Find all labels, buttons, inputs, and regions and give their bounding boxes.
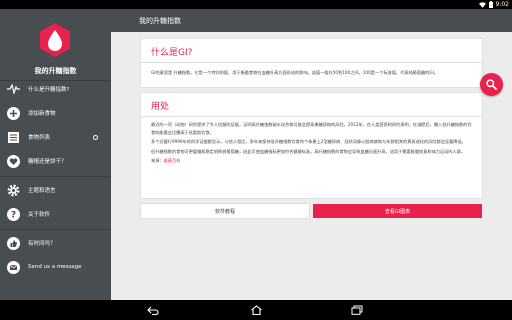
email-icon	[6, 260, 20, 274]
drawer-divider	[0, 229, 111, 230]
app-name: 我的升糖指数	[34, 67, 77, 75]
nav-item-rate[interactable]: 有时间吗？	[0, 231, 111, 255]
card-source: 来源：维基百科	[141, 158, 482, 164]
card-text: GI的意思是 升糖指数。它是一个特别的值，用于衡量食物在血糖升高方面形成的影响。…	[151, 70, 439, 75]
nav-item-label: 关于软件	[28, 212, 51, 218]
thumbs-up-icon	[6, 236, 20, 250]
recent-apps-icon[interactable]	[350, 304, 364, 316]
nav-item-label: Send us a message	[28, 264, 82, 270]
source-label: 来源：	[151, 158, 164, 163]
app-logo-icon	[40, 23, 70, 57]
system-navigation-bar	[0, 300, 512, 320]
nav-item-label: 添加新食物	[28, 111, 56, 117]
home-icon[interactable]	[249, 304, 263, 316]
card-uses: 用处 最近的一项（动物）研究提供了令人信服的证据，证明高升糖指数碳水化合物可能会…	[141, 93, 482, 198]
selected-indicator	[93, 134, 98, 140]
back-icon[interactable]	[146, 304, 160, 316]
search-icon	[486, 79, 497, 90]
add-icon	[6, 106, 20, 120]
source-link[interactable]: 维基百科	[164, 158, 181, 163]
wifi-icon	[478, 1, 486, 8]
status-bar: 9:02	[0, 0, 512, 9]
card-what-is-gi: 什么是GI? GI的意思是 升糖指数。它是一个特别的值，用于衡量食物在血糖升高方…	[141, 39, 482, 87]
status-time: 9:02	[495, 1, 509, 8]
nav-item-label: 什么是升糖指数?	[28, 87, 70, 93]
nav-item-label: 食物列表	[28, 135, 51, 141]
list-icon	[6, 130, 20, 144]
nav-item-label: 有时间吗？	[28, 241, 56, 247]
drawer-divider	[0, 176, 111, 177]
nav-item-candy-or-biscuit[interactable]: 糖帽还是饼干？	[0, 149, 111, 173]
gear-icon	[6, 183, 20, 197]
heartbeat-icon	[6, 82, 20, 96]
battery-icon	[488, 1, 493, 8]
navigation-drawer: 我的升糖指数 什么是升糖指数? 添加新食物 食物列表 糖帽还是饼干？ 主题和语言	[0, 9, 111, 300]
nav-item-theme-language[interactable]: 主题和语言	[0, 178, 111, 202]
nav-item-send-message[interactable]: Send us a message	[0, 255, 111, 279]
card-title: 什么是GI?	[151, 48, 193, 58]
toolbar: 我的升糖指数	[111, 9, 512, 32]
card-paragraph: 多个近截行9999年的科学证据都显示，与他人相比，多年来保持低升糖指数饮食的个体…	[151, 139, 466, 144]
help-icon: ?	[6, 207, 20, 221]
heart-icon	[6, 154, 20, 168]
nav-item-about[interactable]: ? 关于软件	[0, 202, 111, 226]
card-paragraph: 最近的一项（动物）研究提供了令人信服的证据，证明高升糖指数碳水化合物可能会提高患…	[151, 122, 472, 135]
nav-item-what-is-gi[interactable]: 什么是升糖指数?	[0, 77, 111, 101]
nav-item-label: 主题和语言	[28, 188, 56, 194]
nav-item-food-list[interactable]: 食物列表	[0, 125, 111, 149]
main-content: 我的升糖指数 什么是GI? GI的意思是 升糖指数。它是一个特别的值，用于衡量食…	[111, 9, 512, 300]
card-paragraph: 低升糖指数的食物可更缓慢和稳定地释放葡萄糖，因此可使血糖指标更加符合健康标准。高…	[151, 148, 466, 154]
nav-item-label: 糖帽还是饼干？	[28, 159, 67, 165]
tutorial-button[interactable]: 软件教程	[141, 204, 309, 218]
nav-item-add-food[interactable]: 添加新食物	[0, 101, 111, 125]
drawer-header: 我的升糖指数	[0, 9, 111, 81]
svg-text:?: ?	[10, 210, 15, 220]
search-fab[interactable]	[480, 73, 503, 96]
view-gi-chart-button[interactable]: 查看GI图表	[313, 204, 482, 218]
toolbar-title: 我的升糖指数	[139, 16, 181, 25]
card-title: 用处	[151, 102, 170, 112]
